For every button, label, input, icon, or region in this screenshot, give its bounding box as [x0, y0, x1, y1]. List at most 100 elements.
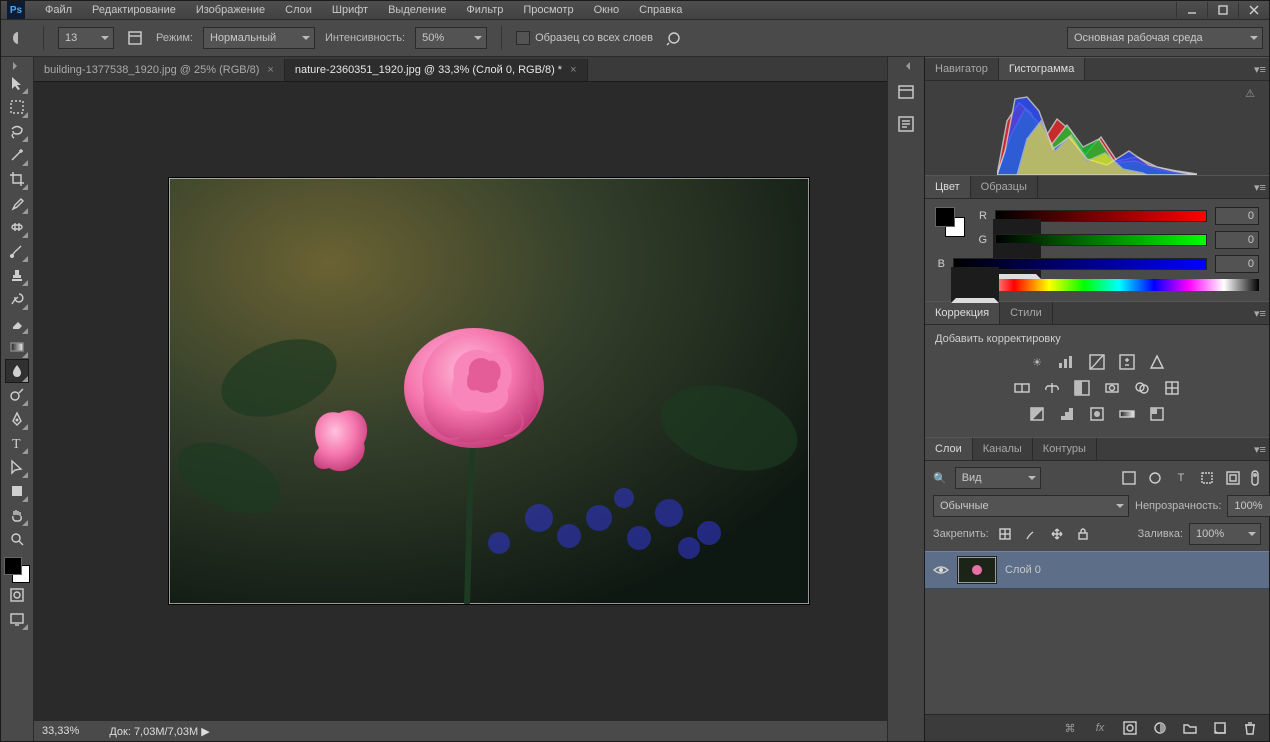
brush-picker[interactable]: 13	[58, 27, 114, 49]
bw-icon[interactable]	[1072, 379, 1092, 397]
menu-file[interactable]: Файл	[35, 2, 82, 18]
shape-tool-icon[interactable]	[5, 479, 29, 503]
brightness-icon[interactable]: ☀	[1027, 353, 1047, 371]
menu-image[interactable]: Изображение	[186, 2, 275, 18]
filter-type-icon[interactable]: T	[1171, 469, 1191, 487]
threshold-icon[interactable]	[1087, 405, 1107, 423]
close-icon[interactable]: ×	[570, 64, 576, 76]
panel-menu-icon[interactable]: ▾≡	[1251, 443, 1269, 456]
stamp-tool-icon[interactable]	[5, 263, 29, 287]
lasso-tool-icon[interactable]	[5, 119, 29, 143]
eraser-tool-icon[interactable]	[5, 311, 29, 335]
curves-icon[interactable]	[1087, 353, 1107, 371]
tools-grip[interactable]	[1, 61, 33, 71]
pressure-icon[interactable]	[663, 27, 685, 49]
menu-type[interactable]: Шрифт	[322, 2, 378, 18]
filter-smart-icon[interactable]	[1223, 469, 1243, 487]
warning-icon[interactable]: ⚠	[1245, 87, 1255, 100]
menu-window[interactable]: Окно	[584, 2, 630, 18]
tab-histogram[interactable]: Гистограмма	[999, 58, 1086, 80]
gradientmap-icon[interactable]	[1117, 405, 1137, 423]
tab-styles[interactable]: Стили	[1000, 302, 1053, 324]
workspace-switcher[interactable]: Основная рабочая среда	[1067, 27, 1263, 49]
menu-help[interactable]: Справка	[629, 2, 692, 18]
menu-filter[interactable]: Фильтр	[456, 2, 513, 18]
photofilter-icon[interactable]	[1102, 379, 1122, 397]
crop-tool-icon[interactable]	[5, 167, 29, 191]
type-tool-icon[interactable]: T	[5, 431, 29, 455]
tab-channels[interactable]: Каналы	[973, 438, 1033, 460]
layer-filter-type[interactable]: Вид	[955, 467, 1041, 489]
dodge-tool-icon[interactable]	[5, 383, 29, 407]
sample-all-layers-checkbox[interactable]: Образец со всех слоев	[516, 31, 653, 45]
panel-menu-icon[interactable]: ▾≡	[1251, 181, 1269, 194]
lock-position-icon[interactable]	[1047, 525, 1067, 543]
panel-menu-icon[interactable]: ▾≡	[1251, 307, 1269, 320]
value-g[interactable]: 0	[1215, 231, 1259, 249]
hue-icon[interactable]	[1012, 379, 1032, 397]
tab-layers[interactable]: Слои	[925, 438, 973, 460]
new-group-icon[interactable]	[1181, 719, 1199, 737]
history-panel-icon[interactable]	[895, 81, 917, 103]
brush-tool-icon[interactable]	[5, 239, 29, 263]
menu-layer[interactable]: Слои	[275, 2, 322, 18]
slider-b[interactable]	[953, 258, 1207, 270]
filter-toggle[interactable]	[1249, 469, 1261, 487]
vibrance-icon[interactable]	[1147, 353, 1167, 371]
brush-panel-toggle-icon[interactable]	[124, 27, 146, 49]
move-tool-icon[interactable]	[5, 71, 29, 95]
tab-navigator[interactable]: Навигатор	[925, 58, 999, 80]
fill-input[interactable]: 100%	[1189, 523, 1261, 545]
window-minimize-button[interactable]	[1176, 2, 1207, 18]
opacity-input[interactable]: 100%	[1227, 495, 1270, 517]
eyedropper-tool-icon[interactable]	[5, 191, 29, 215]
blend-mode-select[interactable]: Нормальный	[203, 27, 315, 49]
menu-select[interactable]: Выделение	[378, 2, 456, 18]
filter-adjust-icon[interactable]	[1145, 469, 1165, 487]
marquee-tool-icon[interactable]	[5, 95, 29, 119]
layer-name[interactable]: Слой 0	[1005, 564, 1041, 576]
path-select-tool-icon[interactable]	[5, 455, 29, 479]
layer-fx-icon[interactable]: fx	[1091, 719, 1109, 737]
layer-thumbnail[interactable]	[957, 556, 997, 584]
hand-tool-icon[interactable]	[5, 503, 29, 527]
lock-pixels-icon[interactable]	[995, 525, 1015, 543]
levels-icon[interactable]	[1057, 353, 1077, 371]
visibility-toggle-icon[interactable]	[933, 562, 949, 578]
invert-icon[interactable]	[1027, 405, 1047, 423]
balance-icon[interactable]	[1042, 379, 1062, 397]
tab-color[interactable]: Цвет	[925, 176, 971, 198]
filter-shape-icon[interactable]	[1197, 469, 1217, 487]
window-close-button[interactable]	[1238, 2, 1269, 18]
panel-menu-icon[interactable]: ▾≡	[1251, 63, 1269, 76]
blur-tool-icon[interactable]	[5, 359, 29, 383]
posterize-icon[interactable]	[1057, 405, 1077, 423]
new-adjustment-icon[interactable]	[1151, 719, 1169, 737]
value-r[interactable]: 0	[1215, 207, 1259, 225]
doc-info[interactable]: Док: 7,03M/7,03M ▶	[109, 725, 209, 738]
wand-tool-icon[interactable]	[5, 143, 29, 167]
canvas-area[interactable]	[34, 82, 887, 720]
new-layer-icon[interactable]	[1211, 719, 1229, 737]
pen-tool-icon[interactable]	[5, 407, 29, 431]
dock-grip[interactable]	[888, 61, 924, 71]
document-tab[interactable]: building-1377538_1920.jpg @ 25% (RGB/8)×	[34, 59, 285, 81]
menu-edit[interactable]: Редактирование	[82, 2, 186, 18]
tool-preset-icon[interactable]	[7, 27, 29, 49]
healing-tool-icon[interactable]	[5, 215, 29, 239]
menu-view[interactable]: Просмотр	[513, 2, 583, 18]
value-b[interactable]: 0	[1215, 255, 1259, 273]
exposure-icon[interactable]	[1117, 353, 1137, 371]
delete-layer-icon[interactable]	[1241, 719, 1259, 737]
zoom-tool-icon[interactable]	[5, 527, 29, 551]
history-brush-tool-icon[interactable]	[5, 287, 29, 311]
document-tab[interactable]: nature-2360351_1920.jpg @ 33,3% (Слой 0,…	[285, 59, 588, 81]
properties-panel-icon[interactable]	[895, 113, 917, 135]
quickmask-icon[interactable]	[5, 583, 29, 607]
channelmixer-icon[interactable]	[1132, 379, 1152, 397]
tab-paths[interactable]: Контуры	[1033, 438, 1097, 460]
screenmode-icon[interactable]	[5, 607, 29, 631]
slider-r[interactable]	[995, 210, 1207, 222]
intensity-input[interactable]: 50%	[415, 27, 487, 49]
link-layers-icon[interactable]: ⌘	[1061, 719, 1079, 737]
